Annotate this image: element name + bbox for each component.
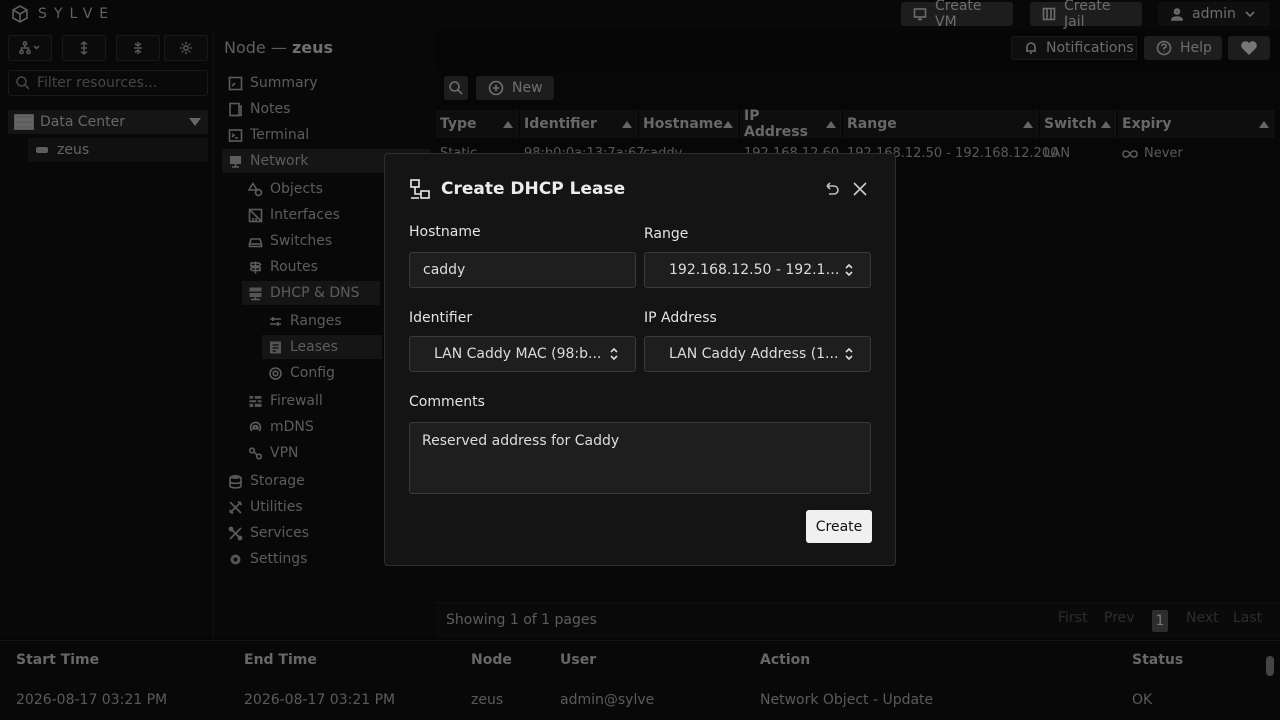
identifier-select[interactable]: LAN Caddy MAC (98:b... <box>409 336 636 372</box>
create-dhcp-lease-dialog: Create DHCP Lease Hostname caddy Range 1… <box>384 153 896 566</box>
close-icon <box>851 180 869 198</box>
chevrons-up-down-icon <box>844 263 854 277</box>
close-button[interactable] <box>851 180 869 198</box>
range-select[interactable]: 192.168.12.50 - 192.16... <box>644 252 871 288</box>
comments-label: Comments <box>409 394 485 410</box>
dialog-title: Create DHCP Lease <box>409 178 625 200</box>
chevrons-up-down-icon <box>609 347 619 361</box>
reset-button[interactable] <box>823 180 841 198</box>
hostname-value: caddy <box>423 262 466 278</box>
lan-icon <box>409 178 431 200</box>
create-label: Create <box>815 518 863 535</box>
create-button[interactable]: Create <box>806 510 872 543</box>
dialog-title-text: Create DHCP Lease <box>441 179 626 199</box>
range-label: Range <box>644 226 689 242</box>
range-value: 192.168.12.50 - 192.16... <box>669 262 844 278</box>
hostname-input[interactable]: caddy <box>409 252 636 288</box>
ip-address-select[interactable]: LAN Caddy Address (1... <box>644 336 871 372</box>
comments-value: Reserved address for Caddy <box>422 433 620 449</box>
ip-value: LAN Caddy Address (1... <box>669 346 839 362</box>
hostname-label: Hostname <box>409 224 481 240</box>
ip-label: IP Address <box>644 310 717 326</box>
undo-icon <box>823 180 841 198</box>
comments-textarea[interactable]: Reserved address for Caddy <box>409 422 871 494</box>
identifier-value: LAN Caddy MAC (98:b... <box>434 346 602 362</box>
identifier-label: Identifier <box>409 310 473 326</box>
chevrons-up-down-icon <box>844 347 854 361</box>
